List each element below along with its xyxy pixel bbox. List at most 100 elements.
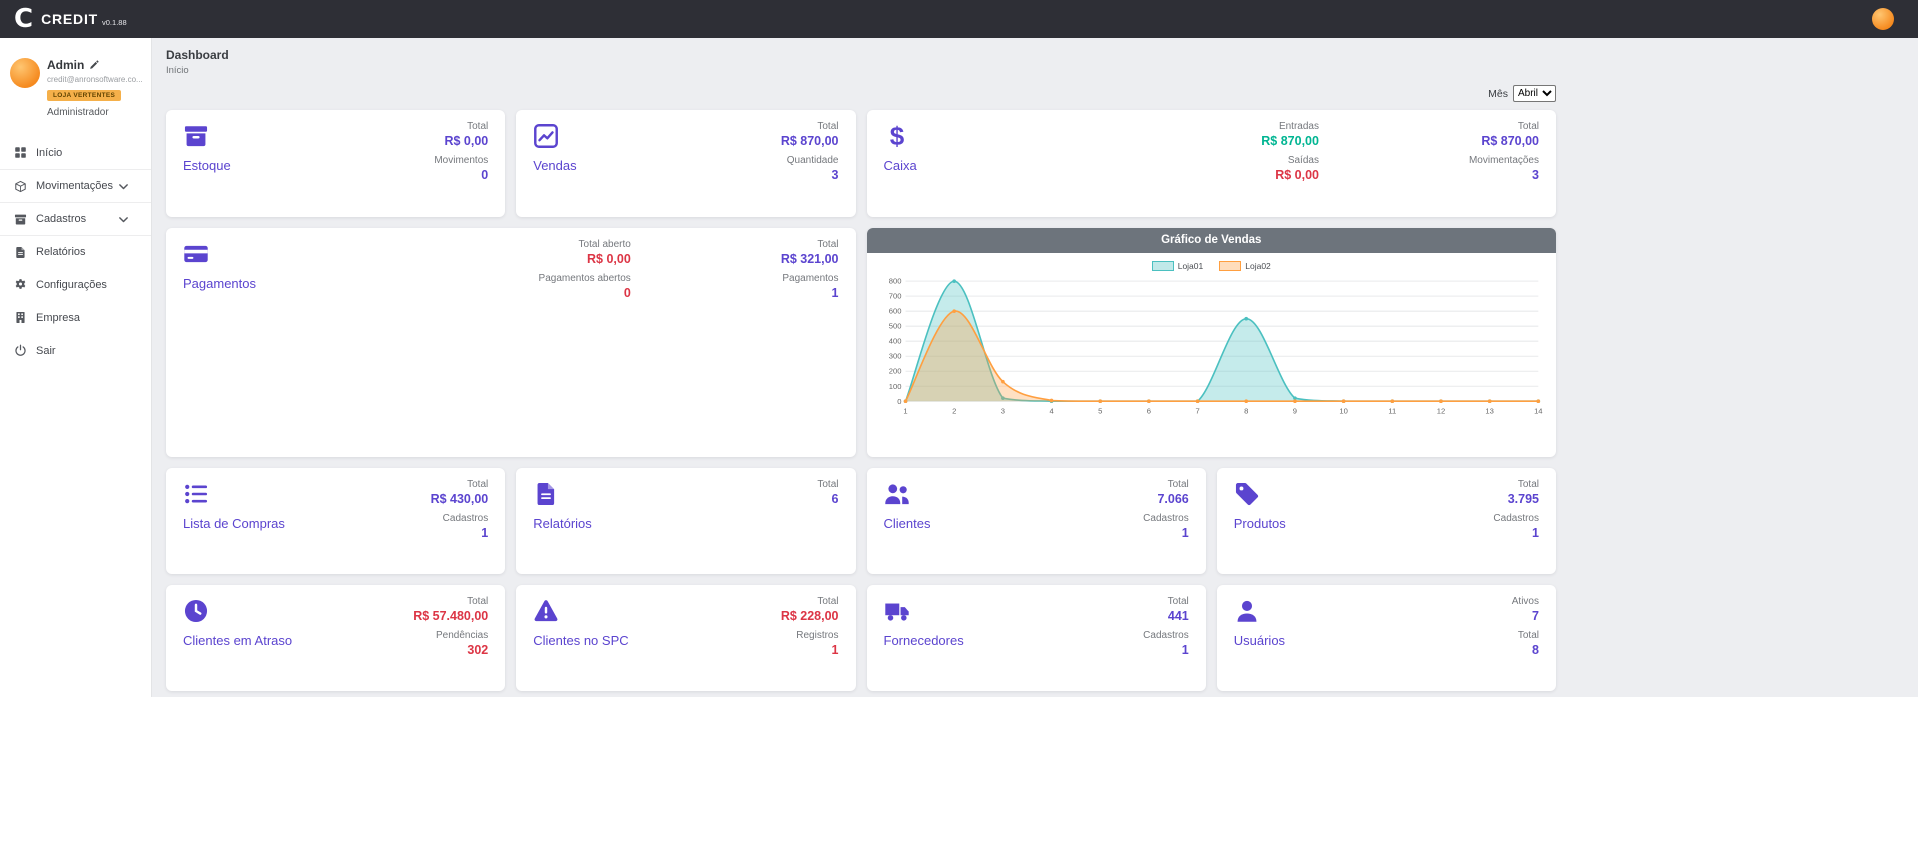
main-content: Dashboard Início Mês Abril Gráfico de Ve… [152,38,1918,697]
svg-text:6: 6 [1146,406,1150,415]
box-icon [14,180,27,193]
card-stats: Ativos 7 Total 8 [1512,596,1539,657]
edit-profile-icon[interactable] [89,60,99,70]
stat-column: Total6 [817,479,838,506]
credit-card-icon [183,241,209,267]
card-relatorios[interactable]: Relatórios Total6 [516,468,855,574]
stat-column: TotalR$ 321,00Pagamentos1 [781,239,839,300]
svg-text:5: 5 [1098,406,1102,415]
topbar: C CREDIT v0.1.88 [0,0,1918,38]
stat-value: R$ 870,00 [1481,134,1539,148]
card-usuarios[interactable]: UsuáriosAtivos7Total8 [1217,585,1556,691]
svg-text:14: 14 [1534,406,1543,415]
stat-label: Total [467,121,488,132]
stat-label: Cadastros [1143,630,1189,641]
svg-text:12: 12 [1436,406,1444,415]
stat-label: Total aberto [579,239,631,250]
stat-value: 1 [832,286,839,300]
user-icon [1234,598,1260,624]
card-stats: Total3.795Cadastros1 [1493,479,1539,540]
sidebar-item-movimentacoes[interactable]: Movimentações [0,169,151,202]
chevron-down-icon [117,180,130,193]
svg-text:9: 9 [1292,406,1296,415]
legend-item-loja01[interactable]: Loja01 [1152,261,1204,271]
topbar-user-avatar[interactable] [1872,8,1894,30]
stat-value: 8 [1532,643,1539,657]
user-name: Admin [47,58,84,72]
card-vendas[interactable]: VendasTotalR$ 870,00Quantidade3 [516,110,855,217]
list-icon [183,481,209,507]
svg-text:400: 400 [888,337,901,346]
stat-column: TotalR$ 870,00Quantidade3 [781,121,839,182]
card-lista-de-compras[interactable]: Lista de ComprasTotalR$ 430,00Cadastros1 [166,468,505,574]
stat-column: Ativos 7 Total 8 [1512,596,1539,657]
card-pagamentos[interactable]: PagamentosTotal abertoR$ 0,00Pagamentos … [166,228,856,457]
svg-text:2: 2 [952,406,956,415]
stat-value: R$ 321,00 [781,252,839,266]
stat-label: Ativos [1512,596,1539,607]
svg-text:13: 13 [1485,406,1493,415]
stat-value: 3 [832,168,839,182]
stat-value: 3.795 [1508,492,1539,506]
stat-label: Pagamentos abertos [539,273,631,284]
svg-text:600: 600 [888,307,901,316]
sidebar-item-cadastros[interactable]: Cadastros [0,202,151,235]
sidebar-item-label: Configurações [36,279,107,291]
stat-label: Total [1168,479,1189,490]
svg-text:11: 11 [1388,406,1396,415]
stat-value: 7 [1532,609,1539,623]
file-icon [14,246,27,259]
tag-icon [1234,481,1260,507]
stat-value: 7.066 [1157,492,1188,506]
user-avatar[interactable] [10,58,40,88]
sidebar-item-relatorios[interactable]: Relatórios [0,235,151,268]
stat-column: TotalR$ 0,00Movimentos0 [434,121,488,182]
stat-label: Total [817,239,838,250]
legend-swatch [1152,261,1174,271]
stat-column: TotalR$ 430,00Cadastros1 [431,479,489,540]
svg-text:1: 1 [903,406,907,415]
card-clientes[interactable]: ClientesTotal7.066Cadastros1 [867,468,1206,574]
svg-text:4: 4 [1049,406,1054,415]
sidebar: Admin credit@anronsoftware.co... LOJA VE… [0,38,152,697]
month-select[interactable]: Abril [1513,85,1556,102]
card-estoque[interactable]: EstoqueTotalR$ 0,00Movimentos0 [166,110,505,217]
legend-swatch [1219,261,1241,271]
sidebar-item-configuracoes[interactable]: Configurações [0,268,151,301]
stat-value: 0 [624,286,631,300]
stat-value: 3 [1532,168,1539,182]
page-subtitle: Início [166,65,1556,76]
card-clientes-no-spc[interactable]: Clientes no SPCTotalR$ 228,00Registros1 [516,585,855,691]
stat-value: 1 [481,526,488,540]
user-role: Administrador [47,107,141,118]
sidebar-item-label: Cadastros [36,213,86,225]
sales-chart: 0100200300400500600700800123456789101112… [875,271,1549,432]
card-produtos[interactable]: ProdutosTotal3.795Cadastros1 [1217,468,1556,574]
sidebar-item-empresa[interactable]: Empresa [0,301,151,334]
card-fornecedores[interactable]: FornecedoresTotal441Cadastros1 [867,585,1206,691]
stat-label: Pendências [436,630,488,641]
card-caixa[interactable]: $CaixaEntradasR$ 870,00SaídasR$ 0,00Tota… [867,110,1557,217]
stat-value: R$ 0,00 [444,134,488,148]
card-title: Relatórios [533,516,838,531]
month-filter: Mês Abril [166,85,1556,102]
stat-column: TotalR$ 870,00Movimentações3 [1469,121,1539,182]
legend-item-loja02[interactable]: Loja02 [1219,261,1271,271]
stat-label: Entradas [1279,121,1319,132]
svg-text:8: 8 [1244,406,1248,415]
chart-line-icon [533,123,559,149]
stat-label: Cadastros [443,513,489,524]
sidebar-item-inicio[interactable]: Início [0,136,151,169]
brand-name: CREDIT [41,11,98,27]
sidebar-item-label: Movimentações [36,180,113,192]
card-clientes-em-atraso[interactable]: Clientes em AtrasoTotalR$ 57.480,00Pendê… [166,585,505,691]
sidebar-item-sair[interactable]: Sair [0,334,151,367]
chart-body: Loja01Loja02 010020030040050060070080012… [867,253,1557,432]
stat-label: Total [1518,479,1539,490]
card-stats: EntradasR$ 870,00SaídasR$ 0,00TotalR$ 87… [1261,121,1539,182]
stat-value: 441 [1168,609,1189,623]
sidebar-item-label: Sair [36,345,56,357]
stat-label: Total [1518,630,1539,641]
stat-label: Registros [796,630,838,641]
stat-value: 6 [832,492,839,506]
